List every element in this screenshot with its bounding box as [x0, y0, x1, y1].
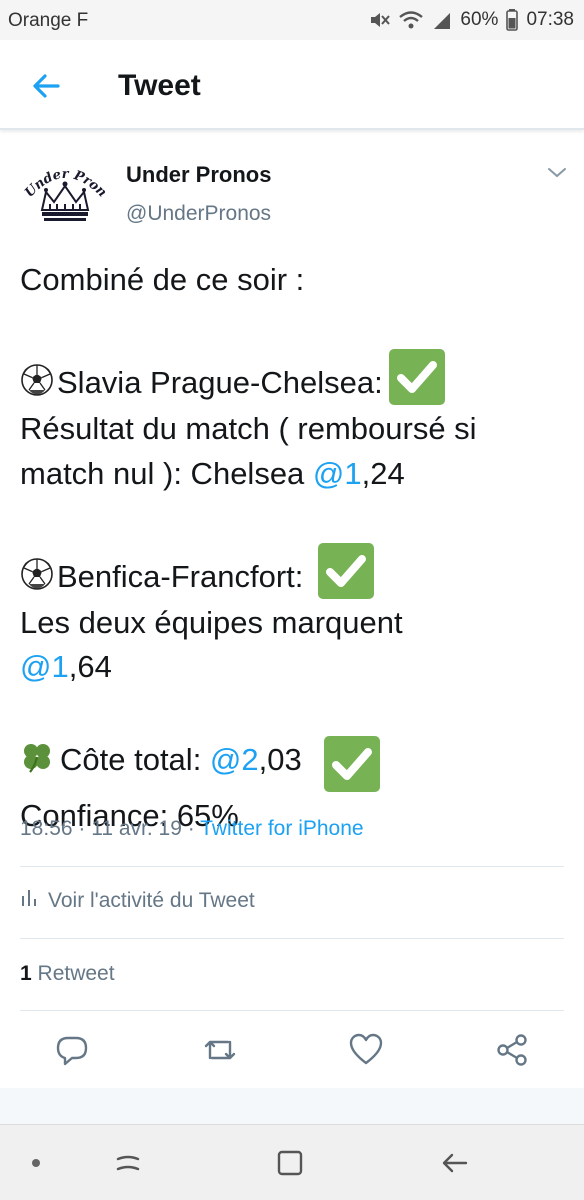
tweet-line: Résultat du match ( remboursé si — [20, 407, 568, 452]
divider — [20, 866, 564, 867]
tweet-line-text: Les deux équipes marquent — [20, 604, 403, 640]
tweet-line-text: Combiné de ce soir : — [20, 262, 305, 297]
wifi-icon — [398, 9, 424, 31]
retweet-label: Retweet — [31, 962, 115, 985]
activity-label: Voir l'activité du Tweet — [48, 889, 255, 912]
back-icon[interactable] — [438, 1147, 470, 1179]
dot-icon[interactable] — [20, 1147, 52, 1179]
tweet-line: Benfica-Francfort: — [20, 541, 568, 601]
share-icon[interactable] — [494, 1032, 530, 1068]
home-icon[interactable] — [274, 1147, 306, 1179]
tweet-line: Combiné de ce soir : — [20, 258, 568, 303]
tweet-line-text: ,03 — [258, 742, 302, 777]
like-heart-icon[interactable] — [348, 1032, 384, 1068]
mention-link[interactable]: @2 — [210, 742, 259, 777]
signal-icon — [432, 9, 452, 31]
tweet-line-text: Slavia Prague-Chelsea: — [57, 365, 383, 400]
app-bar: Tweet — [0, 40, 584, 130]
status-icons: 60% 07:38 — [368, 9, 574, 31]
avatar[interactable]: Under Pronos — [16, 147, 110, 238]
retweet-count[interactable]: 1 Retweet — [20, 962, 115, 986]
tweet-line: Côte total: @2,03 — [20, 734, 568, 794]
mention-link[interactable]: @1 — [313, 456, 362, 491]
clock: 07:38 — [526, 9, 574, 30]
retweet-icon[interactable] — [202, 1032, 238, 1068]
author-name[interactable]: Under Pronos — [126, 162, 271, 188]
tweet-line-text: match nul ): Chelsea — [20, 455, 313, 491]
author-handle[interactable]: @UnderPronos — [126, 202, 271, 226]
soccer-ball-icon — [20, 363, 54, 397]
source-link[interactable]: Twitter for iPhone — [200, 817, 363, 840]
svg-text:Under Pronos: Under Pronos — [20, 158, 109, 201]
retweet-number: 1 — [20, 962, 32, 985]
battery-icon — [506, 9, 519, 31]
mention-link[interactable]: @1 — [20, 649, 69, 684]
tweet-line: @1,64 — [20, 645, 568, 690]
tweet-meta: 18:56 · 11 avr. 19 · Twitter for iPhone — [20, 817, 364, 841]
tweet-activity-button[interactable]: Voir l'activité du Tweet — [20, 888, 255, 914]
carrier-label: Orange F — [8, 10, 89, 31]
tweet-line-text: Benfica-Francfort: — [57, 558, 304, 594]
bottom-spacer — [0, 1088, 584, 1124]
tweet-line-text: Résultat du match ( remboursé si — [20, 411, 477, 446]
tweet-line: match nul ): Chelsea @1,24 — [20, 452, 568, 497]
reply-icon[interactable] — [54, 1032, 90, 1068]
system-nav-bar — [0, 1124, 584, 1200]
back-arrow-icon[interactable] — [28, 68, 64, 104]
tweet-line: Les deux équipes marquent — [20, 601, 568, 646]
divider — [20, 1010, 564, 1011]
tweet-text: Combiné de ce soir : Slavia Prague-Chels… — [20, 258, 568, 839]
tweet-line: Slavia Prague-Chelsea: — [20, 347, 568, 407]
battery-percent: 60% — [460, 9, 499, 30]
soccer-ball-icon — [20, 557, 54, 591]
divider — [20, 938, 564, 939]
tweet-line-text: Côte total: — [60, 742, 210, 777]
page-title: Tweet — [118, 69, 201, 102]
tweet-line-text: ,64 — [68, 649, 112, 684]
check-mark-icon — [387, 347, 447, 407]
check-mark-icon — [316, 541, 376, 601]
check-mark-icon — [322, 734, 382, 794]
tweet-line-text: ,24 — [361, 455, 405, 491]
chevron-down-icon[interactable] — [545, 163, 569, 183]
recent-apps-icon[interactable] — [112, 1147, 144, 1179]
timestamp: 18:56 · 11 avr. 19 · — [20, 817, 201, 840]
status-bar: Orange F 60% 07:38 — [0, 0, 584, 40]
bar-chart-icon — [20, 888, 38, 914]
four-leaf-clover-icon — [20, 740, 54, 774]
mute-icon — [368, 9, 391, 31]
